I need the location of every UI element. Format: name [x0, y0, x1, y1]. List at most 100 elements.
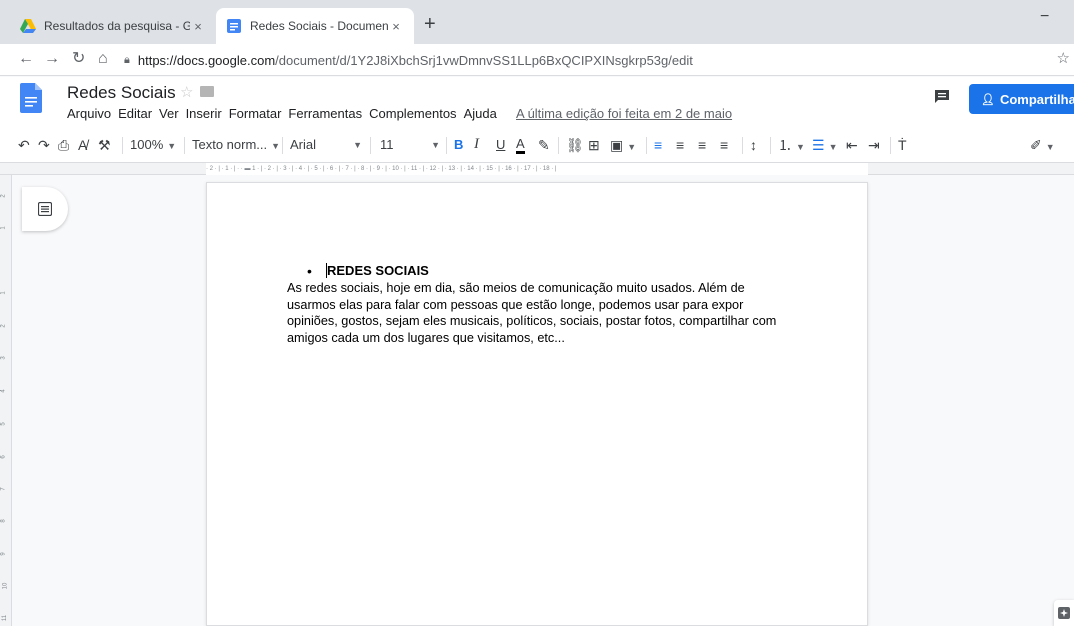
- font-select[interactable]: Arial ▼: [290, 136, 362, 154]
- bookmark-star-icon[interactable]: ☆: [1057, 49, 1070, 67]
- separator: [184, 137, 185, 154]
- close-icon[interactable]: ×: [190, 19, 206, 34]
- link-icon[interactable]: ⛓: [566, 136, 584, 154]
- ruler-mark: 1: [0, 291, 7, 295]
- tab-google-search[interactable]: Resultados da pesquisa - Google ×: [10, 8, 216, 44]
- menu-editar[interactable]: Editar: [118, 106, 152, 121]
- style-select[interactable]: Texto norm... ▼: [192, 136, 280, 155]
- explore-icon: [1058, 607, 1070, 619]
- menu-ver[interactable]: Ver: [159, 106, 179, 121]
- numbered-list-icon[interactable]: ⒈ ▼: [778, 136, 805, 156]
- minimize-button[interactable]: −: [1040, 8, 1060, 26]
- menu-complementos[interactable]: Complementos: [369, 106, 456, 121]
- redo-icon[interactable]: ↷: [38, 136, 50, 154]
- horizontal-ruler[interactable]: · 2 · | · 1 · | · · ▬ 1 · | · 2 · | · 3 …: [0, 163, 1074, 175]
- menu-formatar[interactable]: Formatar: [229, 106, 282, 121]
- insert-image-icon[interactable]: ▣ ▼: [610, 136, 636, 156]
- comment-icon[interactable]: [934, 89, 950, 104]
- font-value: Arial: [290, 137, 317, 152]
- justify-icon[interactable]: ≡: [720, 136, 728, 154]
- paint-format-icon[interactable]: ⚒: [98, 136, 111, 154]
- separator: [446, 137, 447, 154]
- print-icon[interactable]: ⎙: [58, 136, 69, 154]
- ruler-mark: 1: [0, 226, 7, 230]
- ruler-scale: · 2 · | · 1 · | · · ▬ 1 · | · 2 · | · 3 …: [206, 163, 868, 175]
- last-edit-link[interactable]: A última edição foi feita em 2 de maio: [516, 106, 732, 121]
- separator: [282, 137, 283, 154]
- document-page[interactable]: [206, 182, 868, 626]
- tab-title: Redes Sociais - Documentos Goo: [250, 19, 388, 33]
- tab-redes-sociais[interactable]: Redes Sociais - Documentos Goo ×: [216, 8, 414, 44]
- url-domain: https://docs.google.com: [137, 52, 276, 68]
- ruler-mark: 3: [0, 356, 7, 360]
- ruler-mark: 4: [0, 389, 7, 393]
- decrease-indent-icon[interactable]: ⇤: [846, 136, 858, 154]
- doc-heading[interactable]: REDES SOCIAIS: [327, 263, 429, 278]
- document-outline-button[interactable]: [22, 187, 68, 231]
- italic-button[interactable]: I: [474, 135, 479, 153]
- doc-title[interactable]: Redes Sociais: [67, 83, 176, 103]
- ruler-mark: 8: [0, 519, 7, 523]
- highlight-icon[interactable]: ✎: [538, 136, 550, 154]
- editing-mode-icon[interactable]: ✐ ▼: [1030, 136, 1055, 156]
- ruler-mark: 6: [0, 455, 7, 459]
- bold-button[interactable]: B: [454, 136, 463, 154]
- align-left-icon[interactable]: ≡: [654, 136, 662, 154]
- tab-title: Resultados da pesquisa - Google: [44, 19, 190, 33]
- increase-indent-icon[interactable]: ⇥: [868, 136, 880, 154]
- bulleted-list-icon[interactable]: ☰ ▼: [812, 136, 837, 156]
- new-tab-button[interactable]: +: [424, 14, 436, 34]
- menu-inserir[interactable]: Inserir: [186, 106, 222, 121]
- reload-icon[interactable]: ↻: [72, 50, 85, 68]
- url-input[interactable]: 🔒︎ https://docs.google.com/document/d/1Y…: [124, 48, 1056, 72]
- add-comment-icon[interactable]: ⊞: [588, 136, 600, 154]
- undo-icon[interactable]: ↶: [18, 136, 30, 154]
- ruler-mark: 11: [2, 614, 9, 622]
- separator: [742, 137, 743, 154]
- docs-icon: [227, 19, 241, 33]
- tab-strip: Resultados da pesquisa - Google × Redes …: [0, 0, 1074, 44]
- underline-button[interactable]: U: [496, 136, 505, 154]
- clear-formatting-icon[interactable]: Ṫ: [898, 136, 907, 154]
- spellcheck-icon[interactable]: A̸: [78, 136, 87, 154]
- ruler-mark: 10: [2, 582, 9, 590]
- docs-header: Redes Sociais ☆ Arquivo Editar Ver Inser…: [0, 77, 1074, 127]
- text-color-button[interactable]: A: [516, 137, 525, 154]
- separator: [122, 137, 123, 154]
- lock-icon: 🔒︎: [124, 53, 130, 66]
- menu-arquivo[interactable]: Arquivo: [67, 106, 111, 121]
- forward-arrow-icon[interactable]: →: [44, 50, 60, 68]
- font-size-value: 11: [380, 137, 394, 152]
- close-icon[interactable]: ×: [388, 19, 404, 34]
- separator: [370, 137, 371, 154]
- ruler-mark: 7: [0, 487, 7, 491]
- separator: [558, 137, 559, 154]
- folder-icon[interactable]: [200, 86, 214, 97]
- outline-icon: [38, 202, 52, 216]
- separator: [890, 137, 891, 154]
- vertical-ruler[interactable]: 2 1 1 2 3 4 5 6 7 8 9 10 11: [0, 175, 12, 626]
- separator: [646, 137, 647, 154]
- chevron-down-icon: ▼: [167, 141, 177, 151]
- ruler-mark: 2: [0, 194, 7, 198]
- align-right-icon[interactable]: ≡: [698, 136, 706, 154]
- explore-button[interactable]: [1054, 600, 1074, 626]
- font-size-select[interactable]: 11 ▼: [380, 136, 440, 154]
- home-icon[interactable]: ⌂: [98, 50, 108, 68]
- separator: [770, 137, 771, 154]
- align-center-icon[interactable]: ≡: [676, 136, 684, 154]
- back-arrow-icon[interactable]: ←: [18, 50, 34, 68]
- share-button[interactable]: 👤︎ Compartilhar: [969, 84, 1074, 114]
- address-bar-row: ← → ↻ ⌂ 🔒︎ https://docs.google.com/docum…: [0, 44, 1074, 76]
- zoom-select[interactable]: 100% ▼: [130, 136, 176, 155]
- docs-logo-icon[interactable]: [20, 83, 42, 113]
- line-spacing-icon[interactable]: ↕: [750, 136, 757, 154]
- star-icon[interactable]: ☆: [180, 83, 193, 101]
- person-icon: 👤︎: [981, 93, 995, 106]
- menu-ferramentas[interactable]: Ferramentas: [288, 106, 362, 121]
- style-value: Texto norm...: [192, 137, 268, 152]
- chevron-down-icon: ▼: [271, 141, 281, 151]
- formatting-toolbar: ↶ ↷ ⎙ A̸ ⚒ 100% ▼ Texto norm... ▼ Arial ▼ 1…: [0, 127, 1074, 163]
- menu-ajuda[interactable]: Ajuda: [464, 106, 497, 121]
- doc-paragraph[interactable]: As redes sociais, hoje em dia, são meios…: [287, 280, 787, 346]
